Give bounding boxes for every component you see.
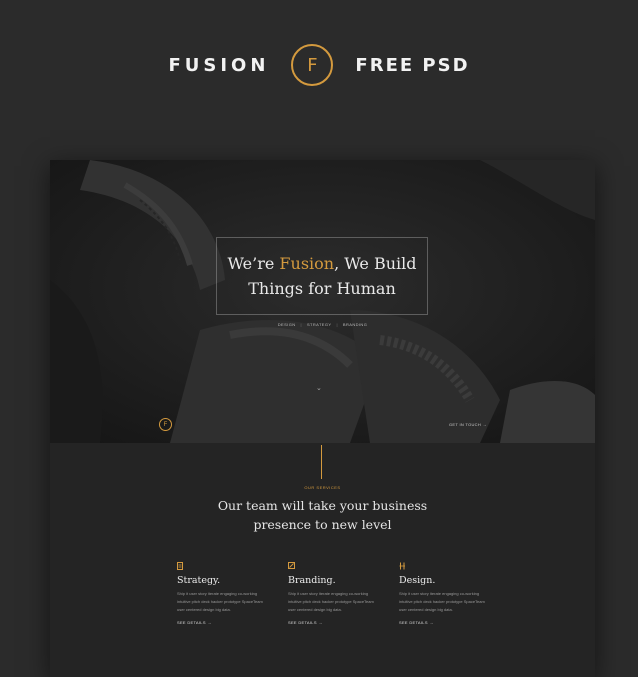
service-description: Ship it user story iterate engaging co-w… <box>177 591 263 612</box>
tag-strategy[interactable]: STRATEGY <box>307 322 331 327</box>
service-strategy: Strategy. Ship it user story iterate eng… <box>177 562 267 625</box>
headline-text-cont: , We Build <box>334 254 417 273</box>
website-mockup: We’re Fusion, We Build Things for Human … <box>50 160 595 677</box>
tools-icon <box>399 562 489 572</box>
service-design: Design. Ship it user story iterate engag… <box>399 562 489 625</box>
tag-separator: | <box>300 322 302 327</box>
services-label: OUR SERVICES <box>304 485 341 490</box>
services-title-line2: presence to new level <box>253 517 392 532</box>
service-title: Design. <box>399 575 436 586</box>
brand-name: FUSION <box>168 54 270 76</box>
service-description: Ship it user story iterate engaging co-w… <box>399 591 485 612</box>
chevron-down-icon[interactable]: ⌄ <box>316 384 322 392</box>
service-title: Branding. <box>288 575 336 586</box>
see-details-link[interactable]: SEE DETAILS → <box>399 620 489 625</box>
site-logo-icon[interactable]: F <box>159 418 172 431</box>
service-branding: Branding. Ship it user story iterate eng… <box>288 562 378 625</box>
services-title-line1: Our team will take your business <box>217 498 428 513</box>
services-title: Our team will take your business presenc… <box>50 496 595 534</box>
document-icon <box>177 562 267 572</box>
tag-branding[interactable]: BRANDING <box>343 322 367 327</box>
fusion-logo-icon: F <box>291 44 334 86</box>
hero-headline-line2: Things for Human <box>248 279 396 298</box>
headline-accent: Fusion <box>279 254 335 273</box>
headline-text: We’re <box>227 254 280 273</box>
get-in-touch-link[interactable]: GET IN TOUCH → <box>449 422 487 427</box>
promo-banner: FUSION F FREE PSD <box>0 0 638 130</box>
pen-box-icon <box>288 562 378 572</box>
free-psd-label: FREE PSD <box>355 54 470 76</box>
service-description: Ship it user story iterate engaging co-w… <box>288 591 374 612</box>
see-details-link[interactable]: SEE DETAILS → <box>288 620 378 625</box>
tag-separator: | <box>336 322 338 327</box>
tag-design[interactable]: DESIGN <box>278 322 296 327</box>
hero-headline-box: We’re Fusion, We Build Things for Human <box>216 237 428 315</box>
section-divider-line <box>321 445 322 479</box>
hero-section: We’re Fusion, We Build Things for Human … <box>50 160 595 443</box>
service-title: Strategy. <box>177 575 221 586</box>
see-details-link[interactable]: SEE DETAILS → <box>177 620 267 625</box>
hero-headline-line1: We’re Fusion, We Build <box>228 251 417 276</box>
hero-tags: DESIGN | STRATEGY | BRANDING <box>50 322 595 327</box>
